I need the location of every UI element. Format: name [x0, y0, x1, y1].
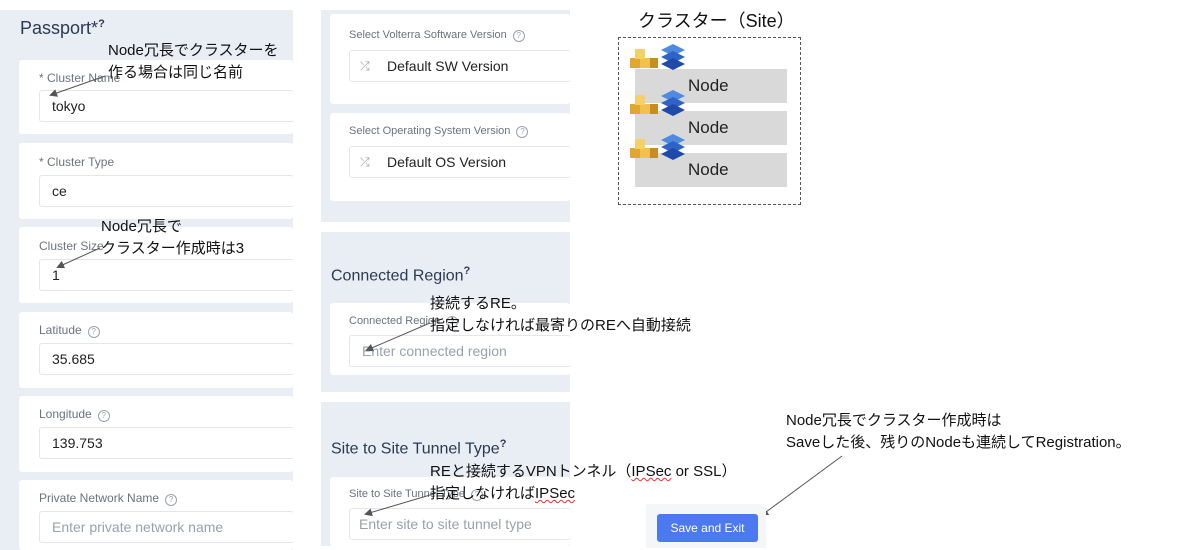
node-label: Node	[688, 76, 729, 95]
layers-icon	[661, 90, 685, 116]
cube-stack-icon	[630, 139, 658, 158]
layers-icon	[661, 134, 685, 160]
arrow-cluster-size	[56, 247, 101, 269]
arrow-cluster-name	[49, 75, 106, 97]
node-label: Node	[688, 160, 729, 179]
save-and-exit-button[interactable]: Save and Exit	[657, 514, 758, 542]
diagram-title: クラスター（Site）	[638, 11, 795, 31]
node-icons	[630, 44, 685, 160]
layers-icon	[661, 44, 685, 70]
arrow-tunnel	[364, 494, 431, 517]
cube-stack-icon	[630, 95, 658, 114]
cube-stack-icon	[630, 49, 658, 68]
annotation-arrows	[49, 75, 843, 517]
arrow-save	[760, 455, 843, 517]
node-label: Node	[688, 118, 729, 137]
arrow-region	[365, 322, 431, 352]
